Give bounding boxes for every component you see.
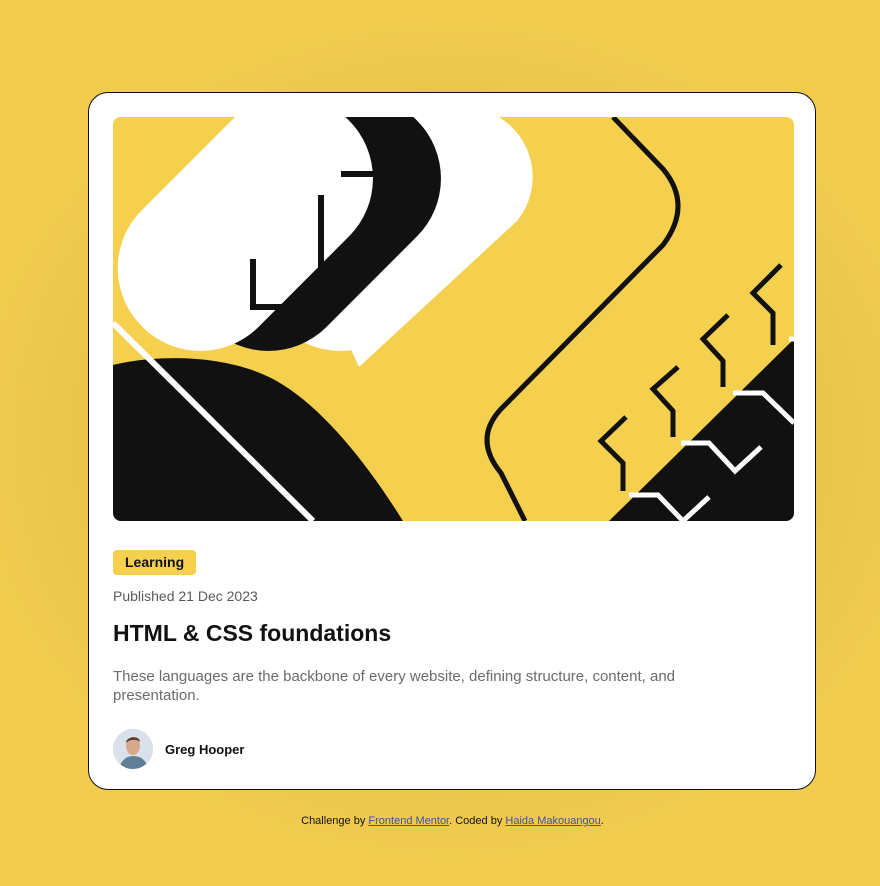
author: Greg Hooper: [113, 729, 244, 769]
hero-illustration: [113, 117, 794, 521]
published-date: Published 21 Dec 2023: [113, 588, 258, 604]
attribution-prefix: Challenge by: [301, 815, 369, 827]
blog-preview-card: Learning Published 21 Dec 2023 HTML & CS…: [88, 92, 816, 790]
attribution-suffix: .: [600, 815, 604, 827]
author-name: Greg Hooper: [165, 741, 245, 757]
category-tag: Learning: [113, 550, 197, 575]
card-title[interactable]: HTML & CSS foundations: [113, 620, 391, 647]
card-description: These languages are the backbone of ever…: [113, 668, 676, 704]
author-link[interactable]: Haida Makouangou: [505, 815, 600, 827]
attribution-middle: . Coded by: [449, 815, 506, 827]
frontend-mentor-link[interactable]: Frontend Mentor: [368, 815, 449, 827]
attribution: Challenge by Frontend Mentor. Coded by H…: [0, 815, 880, 827]
avatar: [113, 729, 153, 769]
